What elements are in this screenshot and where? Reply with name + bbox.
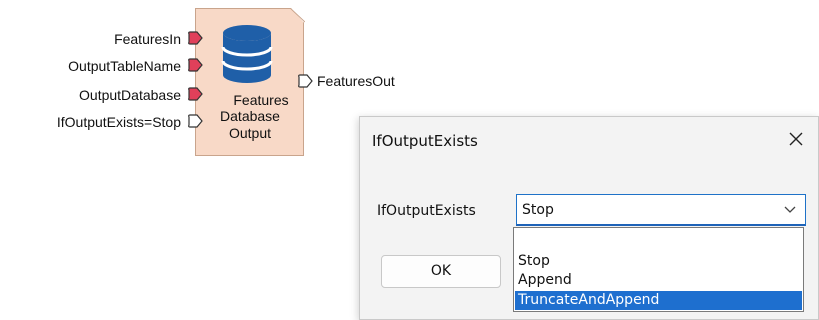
input-port-label-output-database: OutputDatabase: [79, 87, 181, 103]
node-title-line-1: Features: [233, 92, 289, 108]
database-icon: [221, 25, 273, 83]
if-output-exists-dropdown-list: Stop Append TruncateAndAppend: [513, 227, 804, 312]
chevron-down-icon: [784, 206, 796, 213]
dialog-titlebar[interactable]: IfOutputExists: [360, 117, 818, 165]
node-corner-fold: [290, 8, 305, 23]
select-current-value: Stop: [522, 202, 554, 218]
input-port-output-database[interactable]: [187, 87, 203, 101]
input-port-label-output-table-name: OutputTableName: [68, 58, 181, 74]
input-port-features-in[interactable]: [187, 31, 203, 45]
output-port-label-features-out: FeaturesOut: [317, 73, 395, 89]
input-port-if-output-exists[interactable]: [187, 114, 203, 128]
node-title-line-3: Output: [228, 125, 272, 141]
dropdown-option-stop[interactable]: Stop: [515, 252, 802, 271]
input-port-label-if-output-exists: IfOutputExists=Stop: [56, 114, 181, 130]
close-icon[interactable]: [784, 127, 808, 151]
node-title-line-2: Database: [220, 108, 280, 124]
output-port-features-out[interactable]: [297, 74, 313, 88]
input-port-output-table-name[interactable]: [187, 58, 203, 72]
dialog-title: IfOutputExists: [372, 132, 478, 150]
ok-button[interactable]: OK: [381, 255, 501, 288]
if-output-exists-field-label: IfOutputExists: [377, 203, 476, 219]
dropdown-option-truncate-and-append[interactable]: TruncateAndAppend: [515, 291, 802, 310]
dropdown-option-append[interactable]: Append: [515, 271, 802, 290]
input-port-label-features-in: FeaturesIn: [114, 31, 181, 47]
if-output-exists-select[interactable]: Stop: [516, 194, 806, 226]
